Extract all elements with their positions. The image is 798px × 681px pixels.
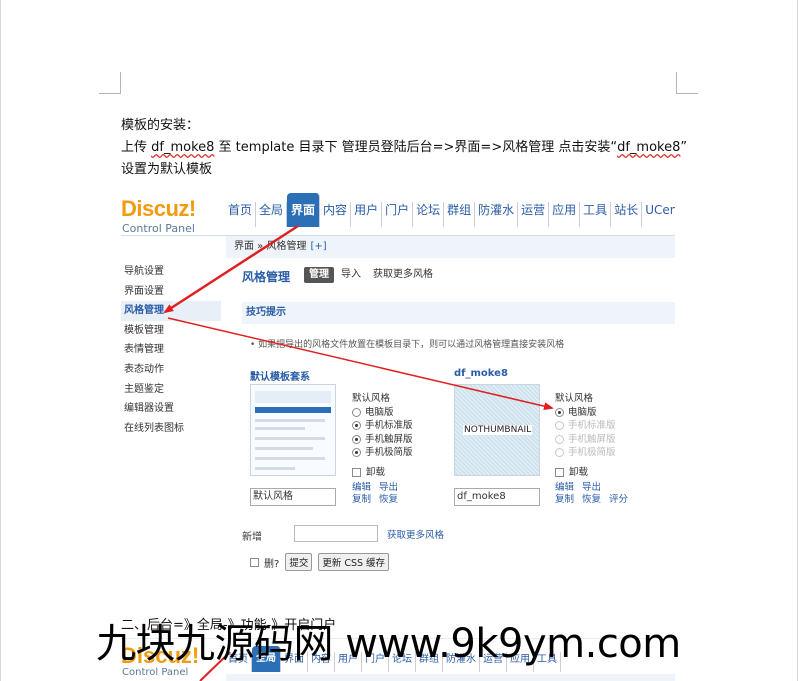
site-watermark: 九块九源码网 www.9k9ym.com [96, 621, 681, 667]
arrow-to-pc-option [167, 317, 554, 411]
annotation-arrows [163, 224, 554, 681]
arrow-to-style-manage [163, 224, 299, 314]
